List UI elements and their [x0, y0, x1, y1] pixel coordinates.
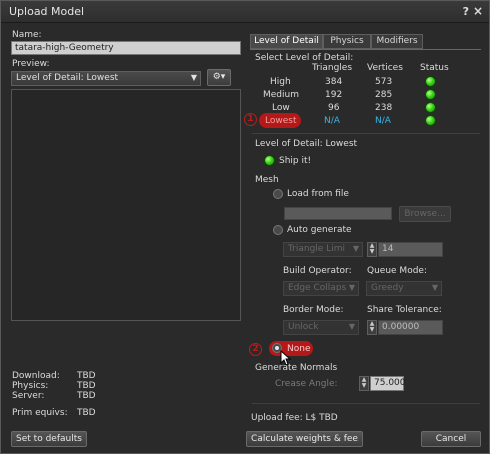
title-bar[interactable]: Upload Model ? ×	[1, 1, 489, 23]
lod-row-high-triangles: 384	[325, 77, 343, 87]
tab-underline	[250, 49, 481, 50]
cancel-button[interactable]: Cancel	[421, 431, 481, 447]
lod-row-high-vertices: 573	[375, 77, 393, 87]
set-defaults-button[interactable]: Set to defaults	[11, 431, 87, 447]
lod-row-lowest-vertices: N/A	[375, 116, 391, 126]
tab-physics[interactable]: Physics	[323, 34, 371, 49]
triangles-header: Triangles	[312, 63, 353, 73]
load-from-file-label: Load from file	[287, 189, 349, 199]
name-field[interactable]: tatara-high-Geometry	[11, 41, 241, 55]
status-ok-icon	[425, 115, 436, 126]
queue-mode-value: Greedy	[371, 283, 404, 293]
chevron-down-icon: ▼	[431, 283, 438, 292]
share-tolerance-stepper[interactable]: ▲ ▼	[367, 320, 377, 335]
prim-equivs-value: TBD	[77, 408, 96, 418]
ship-it-label: Ship it!	[279, 156, 312, 166]
share-tolerance-label: Share Tolerance:	[367, 305, 442, 315]
build-operator-dropdown[interactable]: Edge Collaps ▼	[283, 281, 359, 296]
border-mode-label: Border Mode:	[283, 305, 344, 315]
server-label: Server:	[12, 391, 45, 401]
divider	[252, 403, 480, 404]
gear-menu-button[interactable]: ⚙▾	[207, 69, 231, 86]
border-mode-dropdown[interactable]: Unlock ▼	[283, 320, 359, 335]
build-operator-label: Build Operator:	[283, 266, 352, 276]
lod-row-low-label[interactable]: Low	[272, 103, 290, 113]
crease-angle-stepper[interactable]: ▲ ▼	[359, 376, 369, 391]
annotation-marker-2: 2	[249, 343, 262, 356]
status-ok-icon	[425, 89, 436, 100]
lod-title: Level of Detail: Lowest	[255, 139, 358, 149]
tab-modifiers[interactable]: Modifiers	[371, 34, 423, 49]
chevron-down-icon: ▼	[190, 73, 197, 82]
auto-generate-label: Auto generate	[287, 225, 352, 235]
select-lod-label: Select Level of Detail:	[255, 53, 354, 63]
model-preview-pane[interactable]	[11, 89, 241, 321]
prim-equivs-label: Prim equivs:	[12, 408, 68, 418]
triangle-stepper[interactable]: ▲ ▼	[367, 242, 377, 257]
share-tolerance-field[interactable]: 0.00000	[378, 320, 443, 335]
lod-row-low-vertices: 238	[375, 103, 393, 113]
status-ok-icon	[264, 155, 275, 166]
help-icon[interactable]: ?	[463, 5, 469, 18]
triangle-limit-value: Triangle Limi	[288, 244, 345, 254]
crease-angle-field[interactable]: 75.000	[370, 376, 406, 391]
lod-row-medium-label[interactable]: Medium	[263, 90, 299, 100]
physics-value: TBD	[77, 381, 96, 391]
upload-fee-label: Upload fee: L$ TBD	[251, 413, 338, 423]
window-title: Upload Model	[9, 5, 85, 18]
triangle-limit-dropdown[interactable]: Triangle Limi ▼	[283, 242, 363, 257]
name-label: Name:	[12, 30, 42, 40]
server-value: TBD	[77, 391, 96, 401]
generate-normals-label: Generate Normals	[255, 363, 338, 373]
build-operator-value: Edge Collaps	[288, 283, 347, 293]
lod-row-low-triangles: 96	[328, 103, 340, 113]
load-from-file-radio[interactable]	[273, 189, 283, 199]
preview-lod-value: Level of Detail: Lowest	[16, 73, 119, 83]
auto-generate-radio[interactable]	[273, 225, 283, 235]
file-path-field[interactable]	[284, 207, 392, 220]
divider	[252, 133, 480, 134]
status-ok-icon	[425, 102, 436, 113]
vertices-header: Vertices	[367, 63, 403, 73]
upload-model-window: Upload Model ? × Name: tatara-high-Geome…	[0, 0, 490, 454]
triangle-value-field[interactable]: 14	[378, 242, 443, 257]
download-label: Download:	[12, 371, 60, 381]
chevron-down-icon: ▼	[348, 283, 355, 292]
status-header: Status	[420, 63, 449, 73]
border-mode-value: Unlock	[288, 322, 319, 332]
preview-label: Preview:	[12, 59, 50, 69]
crease-angle-label: Crease Angle:	[275, 379, 338, 389]
status-ok-icon	[425, 76, 436, 87]
tab-level-of-detail[interactable]: Level of Detail	[250, 34, 323, 49]
physics-label: Physics:	[12, 381, 49, 391]
queue-mode-label: Queue Mode:	[367, 266, 427, 276]
lod-row-high-label[interactable]: High	[270, 77, 291, 87]
calculate-weights-button[interactable]: Calculate weights & fee	[246, 431, 363, 447]
chevron-down-icon: ▼	[348, 322, 355, 331]
annotation-marker-1: 1	[244, 113, 257, 126]
lod-row-medium-triangles: 192	[325, 90, 343, 100]
preview-lod-dropdown[interactable]: Level of Detail: Lowest ▼	[11, 71, 201, 86]
mesh-label: Mesh	[255, 175, 279, 185]
lod-row-lowest-label[interactable]: Lowest	[265, 116, 296, 126]
queue-mode-dropdown[interactable]: Greedy ▼	[366, 281, 442, 296]
lod-row-medium-vertices: 285	[375, 90, 393, 100]
chevron-down-icon: ▼	[352, 244, 359, 253]
close-icon[interactable]: ×	[473, 4, 483, 18]
lod-row-lowest-triangles: N/A	[324, 116, 340, 126]
browse-button[interactable]: Browse...	[399, 206, 451, 222]
download-value: TBD	[77, 371, 96, 381]
